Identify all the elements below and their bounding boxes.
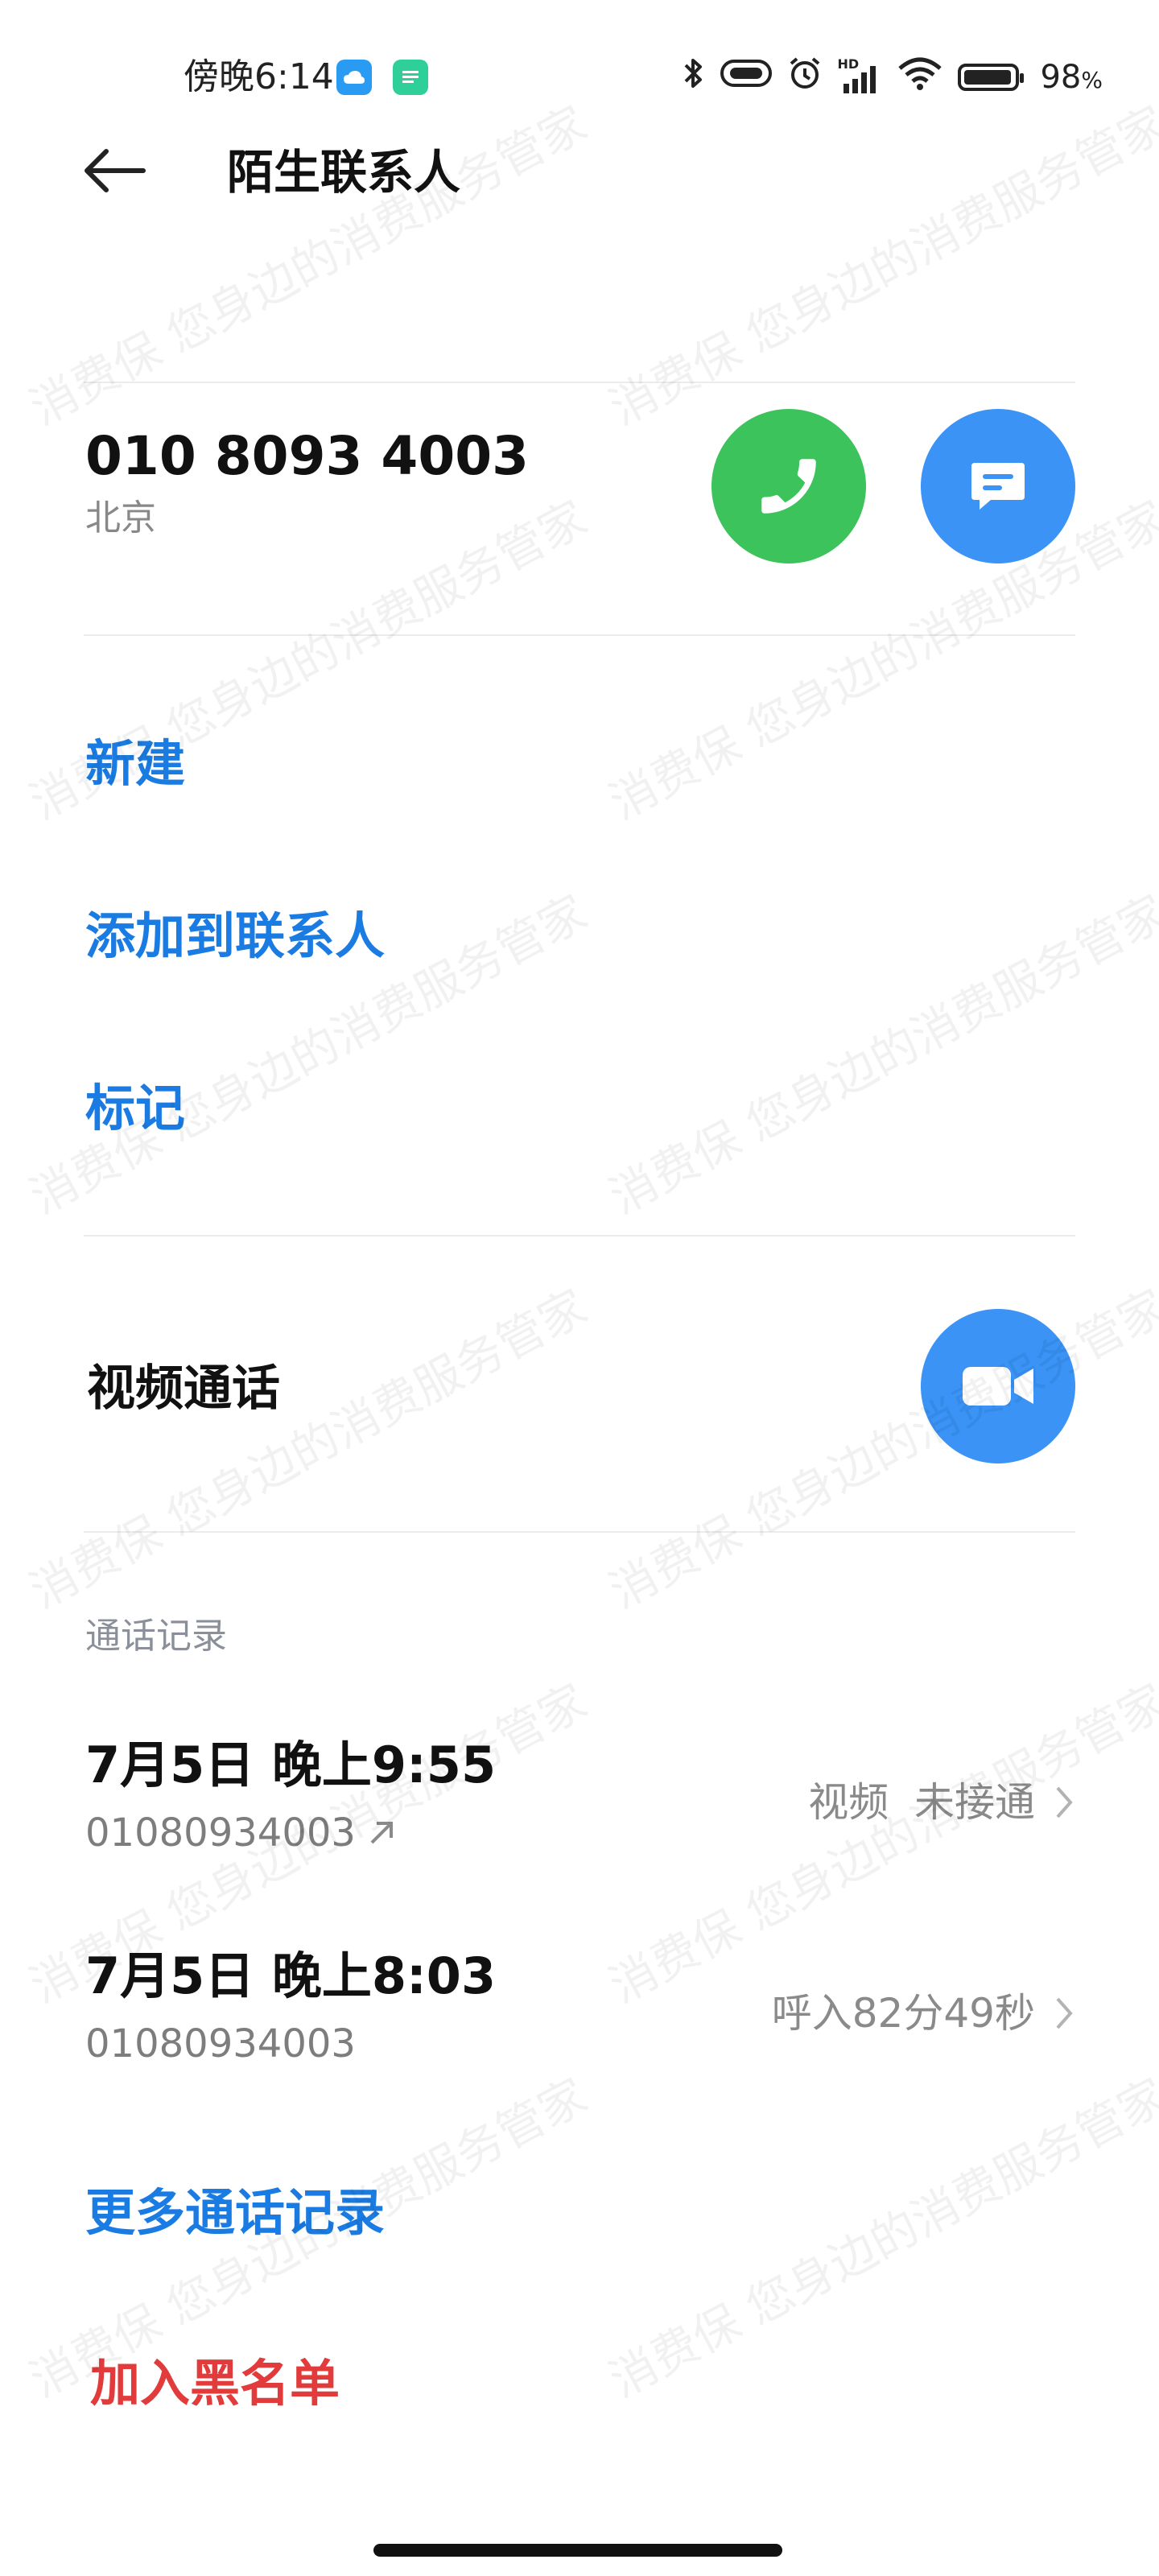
vibrate-icon xyxy=(720,57,773,97)
record-number: 01080934003 xyxy=(85,2016,356,2072)
divider xyxy=(84,382,1075,383)
add-to-contacts-link[interactable]: 添加到联系人 xyxy=(85,902,385,971)
record-status-text: 视频 未接通 xyxy=(808,1779,1035,1826)
outgoing-arrow-icon xyxy=(370,1822,393,1844)
watermark-text: 消费保 您身边的消费服务管家 xyxy=(21,95,596,436)
notes-app-icon xyxy=(393,60,428,95)
record-number-text: 01080934003 xyxy=(85,1810,356,1856)
location-label: 北京 xyxy=(85,497,156,539)
message-button[interactable] xyxy=(921,409,1075,564)
record-status-text: 呼入82分49秒 xyxy=(771,1990,1035,2037)
video-call-label: 视频通话 xyxy=(87,1360,280,1417)
watermark-text: 消费保 您身边的消费服务管家 xyxy=(600,489,1159,831)
chevron-right-icon xyxy=(1056,1786,1073,1818)
chat-bubble-icon xyxy=(971,463,1025,510)
call-record-row[interactable]: 7月5日 晚上9:55 01080934003 视频 未接通 xyxy=(0,1731,1159,1892)
battery-icon xyxy=(958,64,1025,91)
video-call-button[interactable] xyxy=(921,1309,1075,1463)
call-log-section-title: 通话记录 xyxy=(85,1616,227,1657)
status-time: 傍晚6:14 xyxy=(184,56,334,97)
chevron-right-icon xyxy=(1056,1997,1073,2029)
record-status: 呼入82分49秒 xyxy=(772,1985,1075,2041)
more-call-records-link[interactable]: 更多通话记录 xyxy=(85,2178,385,2248)
call-button[interactable] xyxy=(711,409,866,564)
watermark-text: 消费保 您身边的消费服务管家 xyxy=(600,884,1159,1225)
cloud-app-icon xyxy=(336,60,372,95)
record-status: 视频 未接通 xyxy=(808,1774,1075,1831)
back-arrow-icon[interactable] xyxy=(80,145,148,196)
mark-link[interactable]: 标记 xyxy=(85,1074,185,1143)
alarm-icon xyxy=(787,56,823,99)
divider xyxy=(84,1531,1075,1533)
status-notification-icons xyxy=(336,60,428,95)
watermark-text: 消费保 您身边的消费服务管家 xyxy=(600,1278,1159,1620)
wifi-icon xyxy=(897,56,943,99)
cellular-signal-icon: HD xyxy=(837,56,882,95)
phone-number: 010 8093 4003 xyxy=(85,425,530,487)
record-time: 7月5日 晚上8:03 xyxy=(85,1946,497,2005)
page-title: 陌生联系人 xyxy=(227,145,461,200)
battery-percent: 98% xyxy=(1040,59,1103,96)
video-camera-icon xyxy=(963,1367,1033,1406)
divider xyxy=(84,1235,1075,1236)
record-time: 7月5日 晚上9:55 xyxy=(85,1736,497,1794)
record-number: 01080934003 xyxy=(85,1805,398,1861)
new-contact-link[interactable]: 新建 xyxy=(85,729,185,799)
phone-icon xyxy=(761,459,816,514)
call-record-row[interactable]: 7月5日 晚上8:03 01080934003 呼入82分49秒 xyxy=(0,1942,1159,2103)
bluetooth-icon xyxy=(681,56,705,99)
record-number-text: 01080934003 xyxy=(85,2021,356,2066)
watermark-text: 消费保 您身边的消费服务管家 xyxy=(600,2067,1159,2409)
watermark-text: 消费保 您身边的消费服务管家 xyxy=(600,95,1159,436)
add-to-blacklist-link[interactable]: 加入黑名单 xyxy=(90,2349,340,2418)
home-indicator[interactable] xyxy=(373,2544,782,2557)
divider xyxy=(84,634,1075,636)
status-right-icons: HD 98% xyxy=(681,53,1103,101)
watermark-text: 消费保 您身边的消费服务管家 xyxy=(21,1278,596,1620)
